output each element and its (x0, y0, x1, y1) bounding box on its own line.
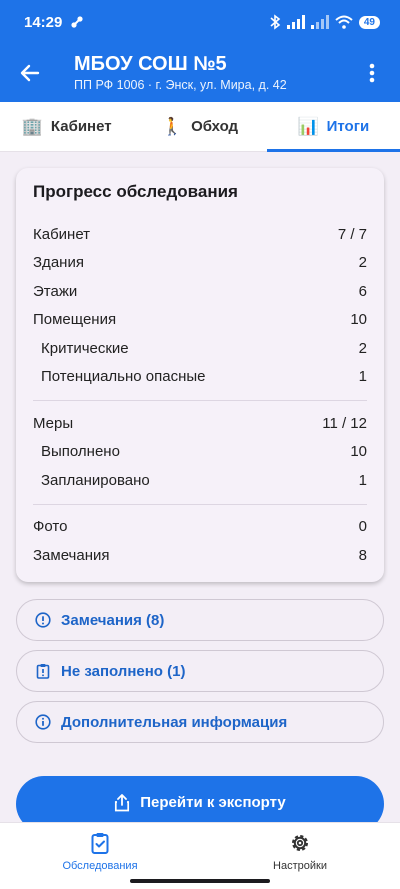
nav-label: Обследования (62, 860, 138, 872)
export-label: Перейти к экспорту (140, 794, 286, 811)
stat-row: Этажи 6 (33, 277, 367, 306)
bluetooth-icon (270, 14, 281, 30)
stat-value: 1 (358, 368, 367, 386)
stat-label: Помещения (33, 311, 117, 329)
alert-circle-icon (35, 612, 51, 628)
stat-row: Кабинет 7 / 7 (33, 220, 367, 249)
stat-row: Помещения 10 (33, 306, 367, 335)
stat-value: 0 (358, 518, 367, 536)
arrow-back-icon (20, 64, 40, 82)
tab-bar: 🏢 Кабинет 🚶 Обход 📊 Итоги (0, 102, 400, 152)
stat-value: 2 (358, 254, 367, 272)
stat-value: 10 (350, 311, 367, 329)
not-filled-label: Не заполнено (1) (61, 662, 186, 680)
stat-row: Замечания 8 (33, 541, 367, 570)
stat-value: 2 (358, 339, 367, 357)
stat-label: Запланировано (41, 471, 150, 489)
status-bar: 14:29 49 (0, 0, 400, 44)
clipboard-alert-icon (35, 663, 51, 679)
additional-info-button[interactable]: Дополнительная информация (16, 701, 384, 743)
status-time: 14:29 (24, 13, 63, 31)
bar-chart-icon: 📊 (297, 116, 319, 136)
overflow-menu-button[interactable] (352, 44, 392, 102)
page-subtitle: ПП РФ 1006 · г. Энск, ул. Мира, д. 42 (74, 78, 287, 92)
nav-label: Настройки (273, 860, 327, 872)
stat-row: Здания 2 (33, 249, 367, 278)
stat-row: Критические 2 (33, 334, 367, 363)
signal-icon (286, 15, 305, 29)
building-icon: 🏢 (21, 116, 43, 136)
stat-label: Фото (33, 518, 68, 536)
stat-label: Здания (33, 254, 84, 272)
tab-walkthrough[interactable]: 🚶 Обход (133, 102, 266, 151)
stat-value: 6 (358, 282, 367, 300)
share-upload-icon (115, 794, 130, 812)
progress-card: Прогресс обследования Кабинет 7 / 7 Здани… (16, 168, 384, 582)
stat-value: 11 / 12 (322, 414, 367, 432)
stat-label: Кабинет (33, 225, 91, 243)
not-filled-button[interactable]: Не заполнено (1) (16, 650, 384, 692)
stat-label: Замечания (33, 546, 110, 564)
card-title: Прогресс обследования (33, 182, 238, 201)
tab-label: Итоги (326, 118, 370, 135)
stat-label: Потенциально опасные (41, 368, 206, 386)
stat-label: Выполнено (41, 443, 120, 461)
tab-results[interactable]: 📊 Итоги (266, 102, 400, 152)
stat-row: Фото 0 (33, 513, 367, 542)
more-vert-icon (369, 63, 375, 83)
tab-label: Кабинет (50, 118, 112, 135)
info-icon (35, 714, 51, 730)
stat-row: Меры 11 / 12 (33, 409, 367, 438)
divider (33, 400, 367, 401)
stat-value: 1 (358, 471, 367, 489)
back-button[interactable] (2, 44, 58, 102)
gesture-bar (130, 879, 270, 883)
app-bar: МБОУ СОШ №5 ПП РФ 1006 · г. Энск, ул. Ми… (0, 44, 400, 102)
stat-value: 10 (350, 443, 367, 461)
stat-row: Запланировано 1 (33, 466, 367, 495)
tab-label: Обход (191, 118, 239, 135)
divider (33, 503, 367, 505)
walking-person-icon: 🚶 (161, 116, 184, 136)
stat-value: 7 / 7 (337, 225, 367, 243)
gear-icon (292, 835, 308, 851)
link-icon (71, 16, 83, 28)
stat-label: Меры (33, 414, 74, 432)
stat-label: Этажи (33, 282, 78, 300)
battery-indicator: 49 (358, 15, 380, 29)
stat-value: 8 (358, 546, 367, 564)
page-title: МБОУ СОШ №5 (74, 53, 227, 75)
stat-row: Выполнено 10 (33, 438, 367, 467)
stat-label: Критические (41, 339, 129, 357)
wifi-icon (335, 15, 353, 29)
additional-info-label: Дополнительная информация (61, 713, 288, 731)
clipboard-check-icon (91, 833, 109, 854)
remarks-label: Замечания (8) (61, 611, 165, 629)
stat-row: Потенциально опасные 1 (33, 363, 367, 392)
remarks-button[interactable]: Замечания (8) (16, 599, 384, 641)
tab-cabinet[interactable]: 🏢 Кабинет (0, 102, 133, 151)
signal-2-icon (310, 15, 329, 29)
